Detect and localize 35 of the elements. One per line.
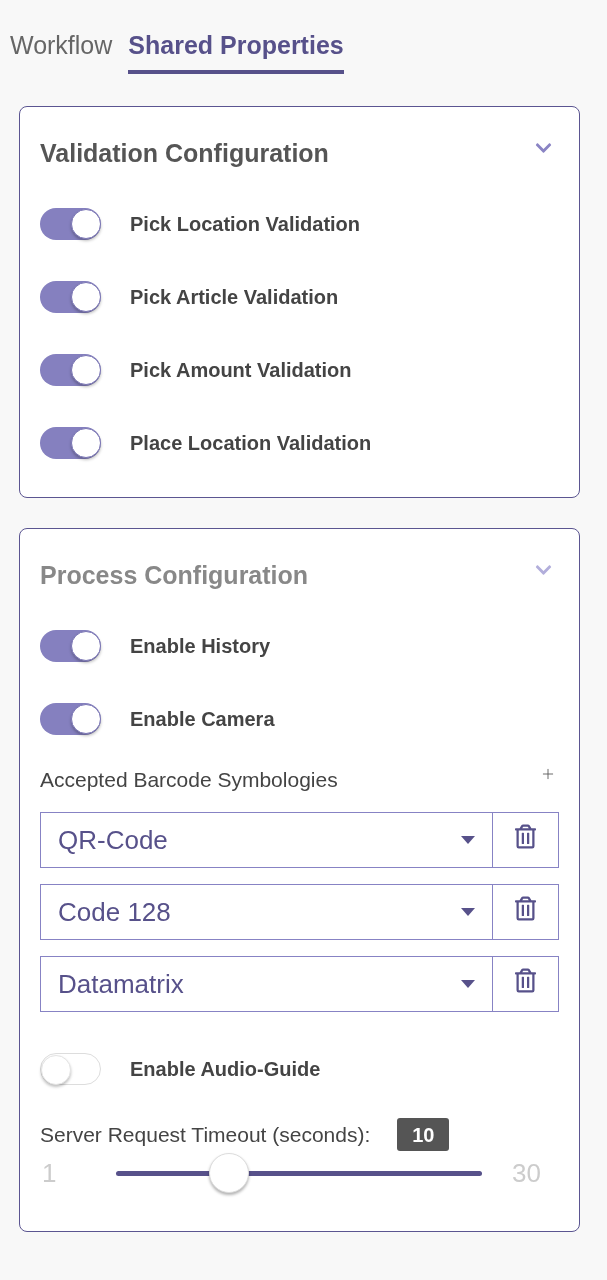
caret-icon: [461, 908, 475, 916]
caret-icon: [461, 836, 475, 844]
symbology-select[interactable]: Datamatrix: [40, 956, 493, 1012]
panel-title: Validation Configuration: [40, 139, 329, 167]
toggle-switch[interactable]: [40, 354, 101, 386]
symbology-select[interactable]: Code 128: [40, 884, 493, 940]
list-label: Accepted Barcode Symbologies: [40, 768, 338, 792]
toggle-label: Pick Amount Validation: [130, 358, 352, 382]
symbology-select[interactable]: QR-Code: [40, 812, 493, 868]
toggle-switch[interactable]: [40, 281, 101, 313]
tab[interactable]: Shared Properties: [128, 31, 344, 74]
toggle-switch[interactable]: [40, 703, 101, 735]
trash-icon: [515, 968, 536, 993]
toggle-label: Enable History: [130, 634, 271, 658]
delete-button[interactable]: [493, 884, 559, 940]
toggle-switch[interactable]: [40, 208, 101, 240]
value-badge: 10: [397, 1118, 450, 1151]
toggle-label: Enable Camera: [130, 707, 275, 731]
trash-icon: [515, 824, 536, 849]
tab[interactable]: Workflow: [10, 31, 113, 74]
trash-icon: [515, 896, 536, 921]
panel-title: Process Configuration: [40, 561, 309, 589]
delete-button[interactable]: [493, 812, 559, 868]
delete-button[interactable]: [493, 956, 559, 1012]
toggle-switch[interactable]: [40, 427, 101, 459]
toggle-label: Place Location Validation: [130, 431, 372, 455]
slider-thumb[interactable]: [209, 1153, 250, 1193]
toggle-switch[interactable]: [40, 630, 101, 662]
slider-track[interactable]: [116, 1153, 482, 1193]
toggle-label: Enable Audio-Guide: [130, 1057, 321, 1081]
toggle-label: Pick Location Validation: [130, 212, 361, 236]
toggle-switch[interactable]: [40, 1053, 101, 1085]
caret-icon: [461, 980, 475, 988]
slider-label: Server Request Timeout (seconds):: [40, 1122, 371, 1147]
toggle-label: Pick Article Validation: [130, 285, 339, 309]
